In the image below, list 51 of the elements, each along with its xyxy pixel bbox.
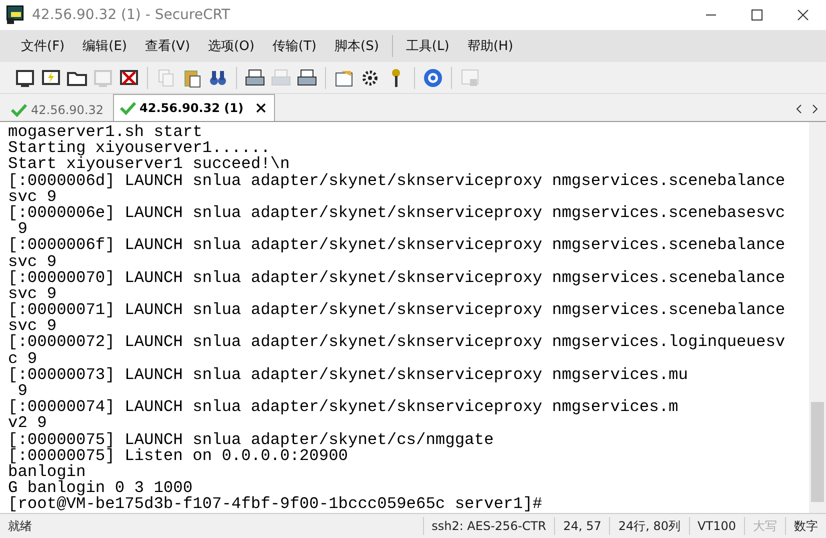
- terminal-line: c 9: [8, 350, 38, 367]
- status-text: 24行, 80列: [609, 517, 689, 535]
- terminal-line: svc 9: [8, 254, 57, 270]
- status-text: 就绪: [7, 518, 33, 535]
- terminal-line: [:00000073] LAUNCH snlua adapter/skynet/sknserviceproxy nmgservices.mu: [8, 366, 689, 383]
- check-icon: [120, 101, 136, 115]
- terminal-line: Start xiyouserver1 succeed!\n: [8, 156, 290, 173]
- terminal-line: [:00000071] LAUNCH snlua adapter/skynet/sknserviceproxy nmgservices.scenebalance: [8, 302, 786, 318]
- terminal-line: 9: [18, 221, 28, 238]
- status-text: ssh2: AES-256-CTR: [422, 517, 554, 535]
- status-text: 24, 57: [554, 517, 610, 535]
- terminal-line: v2 9: [8, 415, 47, 432]
- terminal-line: [:00000075] Listen on 0.0.0.0:20900: [8, 448, 348, 464]
- menu-item[interactable]: 脚本(S): [326, 37, 388, 55]
- menu-item[interactable]: 帮助(H): [458, 37, 522, 55]
- close-icon[interactable]: [256, 103, 266, 113]
- printer-icon[interactable]: [296, 66, 318, 88]
- menu-item[interactable]: 文件(F): [12, 37, 74, 55]
- terminal-line: [root@VM-be175d3b-f107-4fbf-9f00-1bccc059e65c server1]#: [8, 496, 544, 512]
- help-icon[interactable]: [422, 66, 444, 88]
- terminal-line: [:00000070] LAUNCH snlua adapter/skynet/sknserviceproxy nmgservices.scenebalance: [8, 270, 786, 286]
- terminal-line: svc 9: [8, 188, 57, 205]
- terminal-line: banlogin: [8, 464, 86, 480]
- menu-item[interactable]: 工具(L): [396, 37, 458, 55]
- terminal-line: [:00000075] LAUNCH snlua adapter/skynet/cs/nmggate: [8, 432, 495, 448]
- tab-label: 42.56.90.32: [31, 103, 104, 117]
- session-tab[interactable]: 42.56.90.32 (1): [112, 94, 274, 121]
- terminal-line: Starting xiyouserver1......: [8, 140, 270, 156]
- terminal-line: svc 9: [8, 318, 57, 334]
- app-icon: [6, 5, 24, 25]
- status-text: 数字: [785, 517, 826, 535]
- terminal-line: [:0000006d] LAUNCH snlua adapter/skynet/sknserviceproxy nmgservices.scenebalance: [8, 172, 786, 189]
- terminal-line: [:0000006e] LAUNCH snlua adapter/skynet/sknserviceproxy nmgservices.scenebasesvc: [8, 204, 786, 222]
- window-title: 42.56.90.32 (1) - SecureCRT: [32, 7, 232, 23]
- terminal-line: 9: [18, 383, 28, 400]
- menu-item[interactable]: 编辑(E): [74, 37, 136, 55]
- status-text: 大写: [744, 517, 785, 535]
- status-text: VT100: [688, 517, 744, 535]
- tab-label: 42.56.90.32 (1): [140, 101, 244, 115]
- terminal-line: G banlogin 0 3 1000: [8, 480, 193, 496]
- menu-item[interactable]: 查看(V): [136, 37, 200, 55]
- menu-item[interactable]: 选项(O): [199, 37, 264, 55]
- terminal-line: svc 9: [8, 286, 57, 302]
- check-icon: [11, 103, 27, 117]
- terminal-line: [:0000006f] LAUNCH snlua adapter/skynet/sknserviceproxy nmgservices.scenebalance: [8, 237, 786, 254]
- terminal-line: [:00000074] LAUNCH snlua adapter/skynet/sknserviceproxy nmgservices.m: [8, 399, 680, 416]
- printer-icon[interactable]: [244, 66, 266, 88]
- scrollbar-thumb[interactable]: [811, 402, 824, 502]
- terminal-line: mogaserver1.sh start: [8, 124, 202, 140]
- terminal-line: [:00000072] LAUNCH snlua adapter/skynet/sknserviceproxy nmgservices.loginqueuesv: [8, 334, 786, 351]
- menu-item[interactable]: 传输(T): [263, 37, 326, 55]
